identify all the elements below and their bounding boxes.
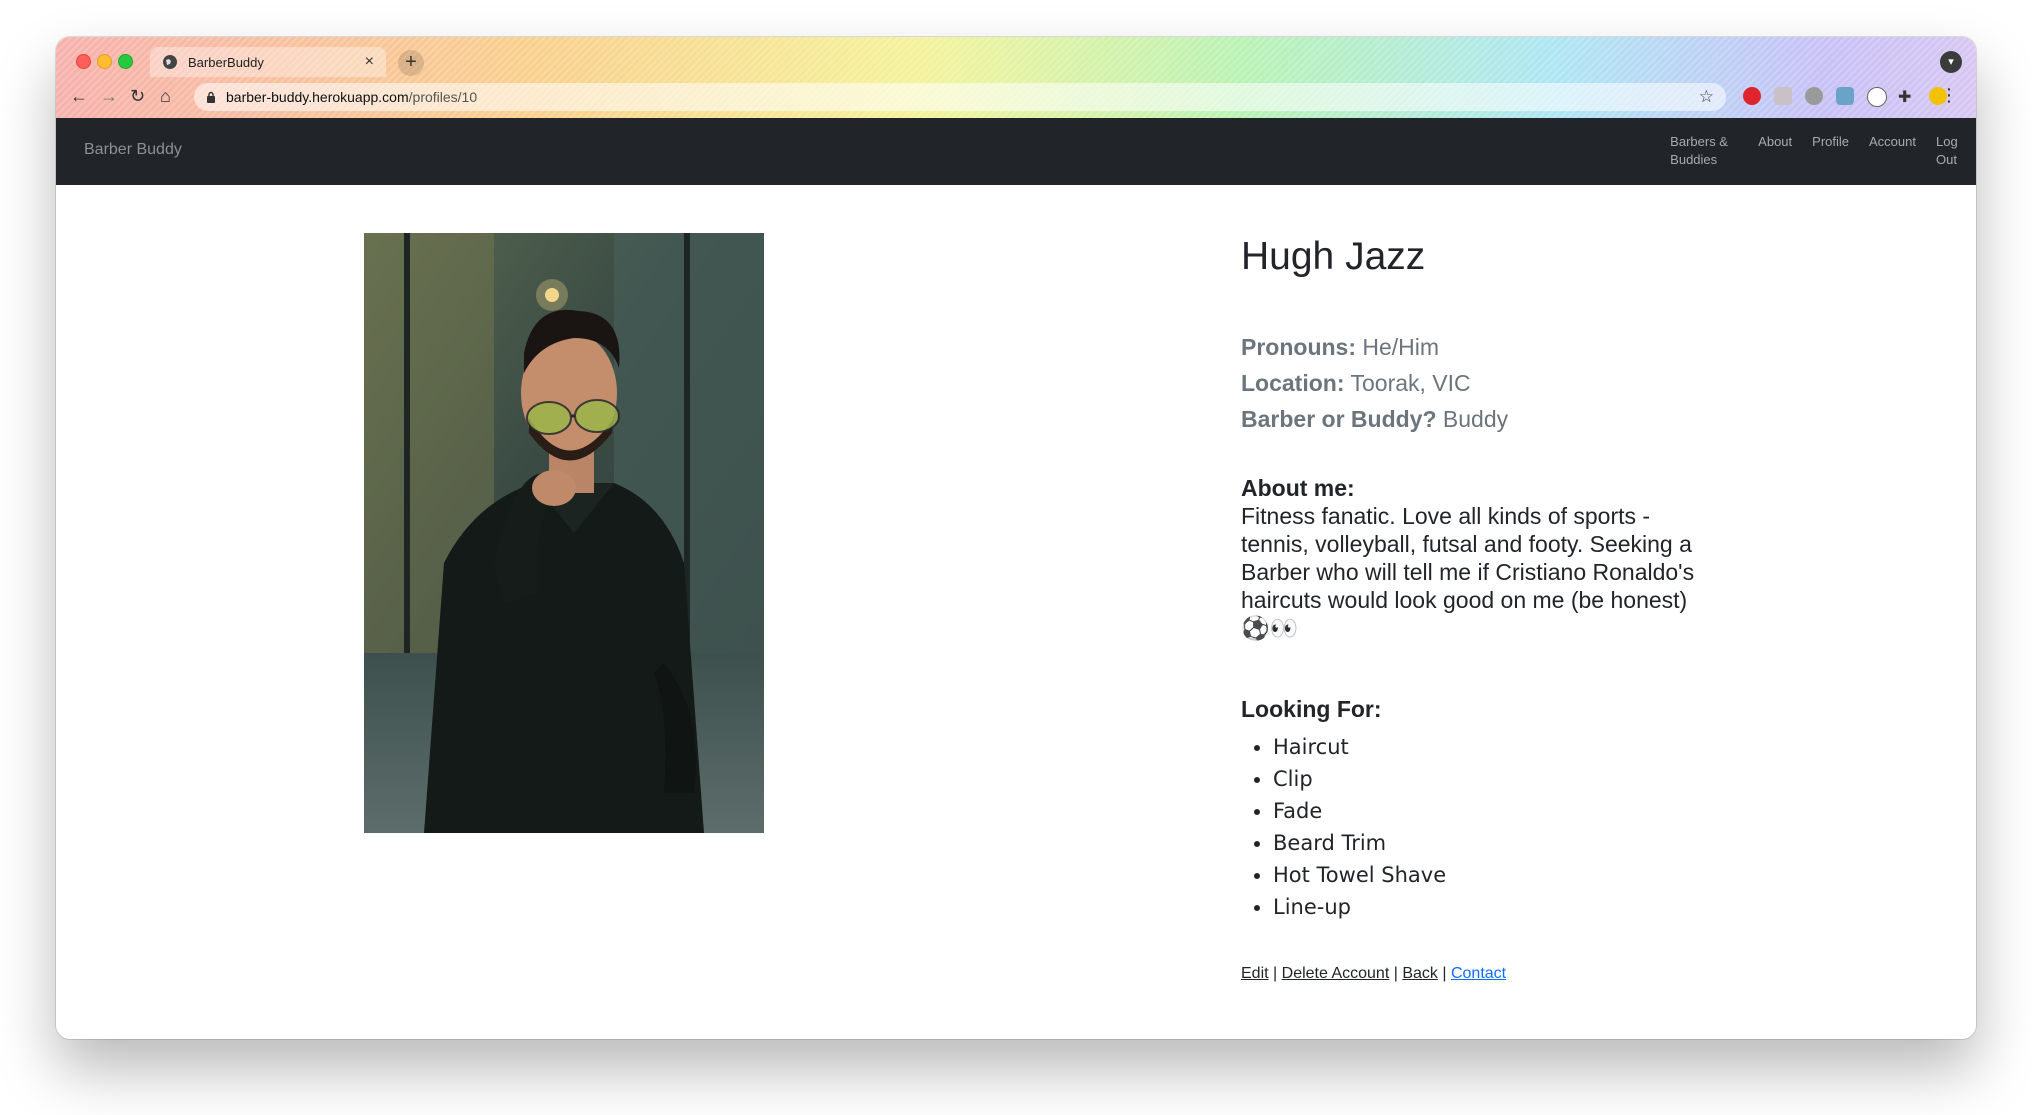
tab-close-icon[interactable]: ×: [365, 54, 374, 70]
contact-link[interactable]: Contact: [1451, 965, 1506, 982]
looking-for-list: Haircut Clip Fade Beard Trim Hot Towel S…: [1241, 731, 1701, 923]
browser-tab[interactable]: BarberBuddy ×: [150, 47, 386, 77]
extension-icon[interactable]: [1774, 87, 1792, 105]
forward-arrow-icon[interactable]: →: [100, 86, 118, 106]
nav-account[interactable]: Account: [1869, 133, 1916, 169]
profile-photo: [364, 233, 764, 833]
maximize-window-button[interactable]: [118, 54, 133, 69]
tab-title: BarberBuddy: [188, 54, 264, 70]
pronouns-value: He/Him: [1362, 334, 1440, 360]
close-window-button[interactable]: [76, 54, 91, 69]
profile-name: Hugh Jazz: [1241, 235, 1426, 278]
list-item: Fade: [1273, 795, 1701, 827]
opera-extension-icon[interactable]: [1743, 87, 1761, 105]
profile-menu-icon[interactable]: ▾: [1940, 51, 1962, 73]
site-brand[interactable]: Barber Buddy: [84, 141, 182, 159]
browser-window: BarberBuddy × + ▾ ← → ↻ ⌂ barber-buddy.h…: [56, 37, 1976, 1039]
pronouns-label: Pronouns:: [1241, 334, 1356, 360]
back-arrow-icon[interactable]: ←: [70, 86, 88, 106]
nav-profile[interactable]: Profile: [1812, 133, 1849, 169]
list-item: Line-up: [1273, 891, 1701, 923]
list-item: Clip: [1273, 763, 1701, 795]
pronouns-row: Pronouns: He/Him: [1241, 329, 1701, 365]
nav-barbers-buddies[interactable]: Barbers & Buddies: [1670, 133, 1738, 169]
list-item: Hot Towel Shave: [1273, 859, 1701, 891]
reload-icon[interactable]: ↻: [130, 86, 145, 106]
site-navbar: Barber Buddy Barbers & Buddies About Pro…: [56, 118, 1976, 185]
home-icon[interactable]: ⌂: [160, 86, 171, 106]
looking-for-heading: Looking For:: [1241, 696, 1382, 722]
bookmark-star-icon[interactable]: ☆: [1699, 87, 1714, 107]
location-value: Toorak, VIC: [1350, 370, 1471, 396]
puzzle-icon[interactable]: ✚: [1898, 87, 1916, 106]
profile-details: Pronouns: He/Him Location: Toorak, VIC B…: [1241, 329, 1701, 437]
lock-icon: [207, 91, 215, 103]
about-heading: About me:: [1241, 475, 1355, 501]
profile-info: Hugh Jazz Pronouns: He/Him Location: Too…: [1241, 233, 1701, 983]
minimize-window-button[interactable]: [97, 54, 112, 69]
nav-links: Barbers & Buddies About Profile Account …: [1650, 133, 1962, 169]
profile-actions: Edit | Delete Account | Back | Contact: [1241, 965, 1701, 983]
edit-link[interactable]: Edit: [1241, 965, 1269, 982]
circle-extension-icon[interactable]: [1867, 87, 1887, 107]
role-row: Barber or Buddy? Buddy: [1241, 401, 1701, 437]
kebab-menu-icon[interactable]: ⋮: [1940, 85, 1958, 106]
nav-about[interactable]: About: [1758, 133, 1792, 169]
role-value: Buddy: [1442, 406, 1509, 432]
url-host: barber-buddy.herokuapp.com: [226, 89, 409, 105]
new-tab-button[interactable]: +: [398, 50, 424, 76]
about-text: Fitness fanatic. Love all kinds of sport…: [1241, 503, 1695, 641]
separator: |: [1442, 965, 1447, 982]
location-row: Location: Toorak, VIC: [1241, 365, 1701, 401]
nav-log-out[interactable]: Log Out: [1936, 133, 1962, 169]
eyedropper-extension-icon[interactable]: [1836, 87, 1854, 105]
list-item: Haircut: [1273, 731, 1701, 763]
address-bar[interactable]: barber-buddy.herokuapp.com/profiles/10 ☆: [194, 83, 1726, 111]
globe-icon: [163, 55, 177, 69]
role-label: Barber or Buddy?: [1241, 406, 1437, 432]
location-label: Location:: [1241, 370, 1345, 396]
separator: |: [1393, 965, 1398, 982]
separator: |: [1273, 965, 1278, 982]
web-page: Barber Buddy Barbers & Buddies About Pro…: [56, 118, 1976, 1039]
browser-chrome: BarberBuddy × + ▾ ← → ↻ ⌂ barber-buddy.h…: [56, 37, 1976, 118]
list-item: Beard Trim: [1273, 827, 1701, 859]
delete-account-link[interactable]: Delete Account: [1282, 965, 1390, 982]
url-path: /profiles/10: [408, 89, 478, 105]
back-link[interactable]: Back: [1402, 965, 1438, 982]
bug-extension-icon[interactable]: [1805, 87, 1823, 105]
